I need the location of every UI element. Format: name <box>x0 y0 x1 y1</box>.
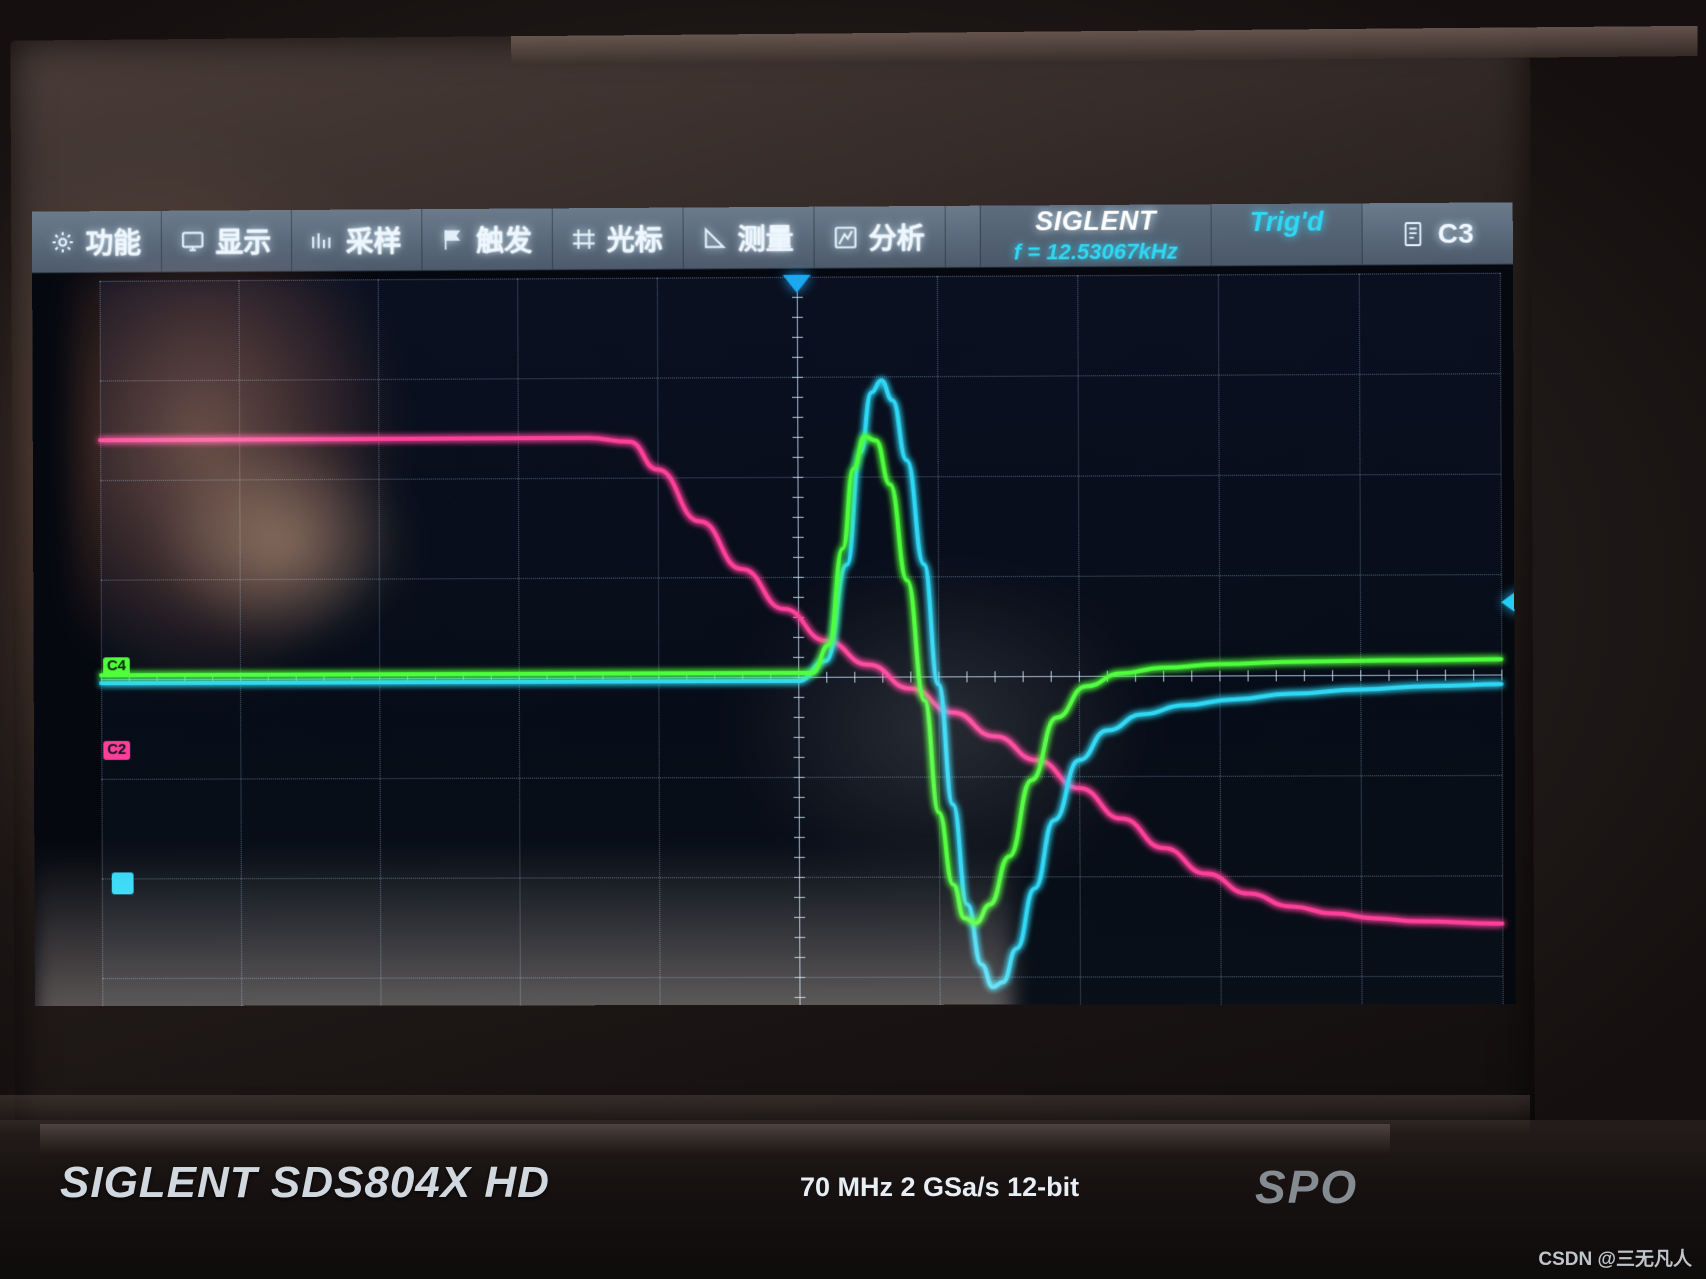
menu-item-trigger[interactable]: 触发 <box>422 208 554 271</box>
menu-label-trigger: 触发 <box>476 224 533 257</box>
trigger-position-marker[interactable] <box>782 274 811 293</box>
acquire-icon <box>312 233 332 249</box>
menu-label-display: 显示 <box>215 226 272 258</box>
front-panel: SIGLENT SDS804X HD 70 MHz 2 GSa/s 12-bit… <box>0 1150 1706 1279</box>
front-panel-edge <box>0 1095 1530 1135</box>
menu-label-analysis: 分析 <box>868 222 925 254</box>
model-name: SIGLENT SDS804X HD <box>60 1158 550 1207</box>
spo-logo: SPO <box>1255 1161 1359 1213</box>
selected-channel-indicator[interactable]: C3 <box>1361 202 1513 265</box>
menu-item-acquire[interactable]: 采样 <box>291 209 423 271</box>
bezel-top-strip <box>511 25 1698 67</box>
waveform-svg <box>100 273 1503 1006</box>
trigger-status-badge: Trig'd <box>1210 203 1362 266</box>
menu-bar: 功能 显示 采样 触发 光标 测量 分析 SIGLENT f = 12.5306… <box>31 202 1513 274</box>
waveform-traces <box>100 273 1503 1006</box>
menu-item-analysis[interactable]: 分析 <box>814 205 946 268</box>
watermark: CSDN @三无凡人 <box>1538 1249 1692 1270</box>
menu-label-acquire: 采样 <box>345 225 402 258</box>
monitor-icon <box>182 232 205 252</box>
menu-item-display[interactable]: 显示 <box>161 209 293 272</box>
frequency-readout: f = 12.53067kHz <box>1013 238 1178 265</box>
brand-block: SIGLENT f = 12.53067kHz <box>979 204 1211 267</box>
photo-background: 功能 显示 采样 触发 光标 测量 分析 SIGLENT f = 12.5306… <box>0 0 1706 1279</box>
menu-label-measure: 测量 <box>737 223 794 255</box>
menu-item-measure[interactable]: 测量 <box>683 206 815 269</box>
trigger-level-marker[interactable] <box>1501 589 1516 616</box>
cursor-icon <box>573 229 596 249</box>
axis-tick <box>1501 669 1503 681</box>
oscilloscope-screen: 功能 显示 采样 触发 光标 测量 分析 SIGLENT f = 12.5306… <box>31 202 1516 1007</box>
model-specs: 70 MHz 2 GSa/s 12-bit <box>800 1172 1080 1202</box>
note-icon <box>1401 220 1423 246</box>
menu-label-cursor: 光标 <box>606 224 663 256</box>
menu-item-function[interactable]: 功能 <box>31 210 163 273</box>
siglent-logo: SIGLENT <box>1035 205 1157 237</box>
selected-channel-label: C3 <box>1437 217 1474 249</box>
menu-item-cursor[interactable]: 光标 <box>552 207 684 270</box>
analysis-icon <box>834 226 857 248</box>
menu-label-function: 功能 <box>85 227 142 259</box>
channel-marker-c4[interactable]: C4 <box>102 657 131 676</box>
waveform-trace-c3 <box>100 377 1503 988</box>
waveform-graticule[interactable]: C2 C4 C3 <box>100 272 1516 1007</box>
flag-icon <box>445 230 462 250</box>
channel-marker-c2[interactable]: C2 <box>103 740 131 760</box>
gear-icon <box>50 229 76 255</box>
channel-marker-c3[interactable]: C3 <box>111 872 134 895</box>
brand-status-group: SIGLENT f = 12.53067kHz Trig'd C3 <box>979 202 1513 267</box>
measure-icon <box>705 226 727 248</box>
